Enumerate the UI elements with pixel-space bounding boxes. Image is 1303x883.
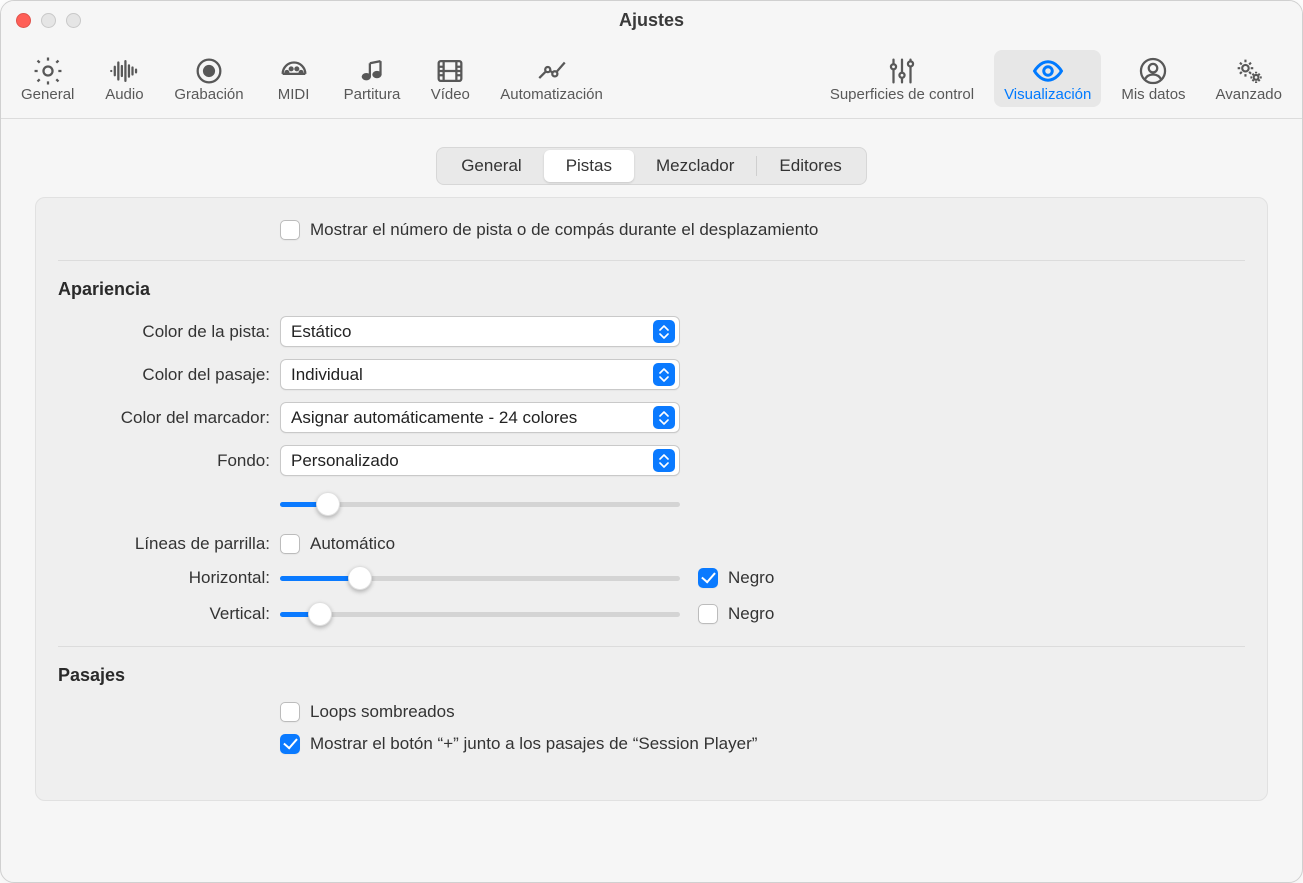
tab-avanzado-label: Avanzado: [1216, 86, 1282, 103]
checkbox-loops-sombreados-label: Loops sombreados: [310, 702, 455, 722]
tab-superficies-label: Superficies de control: [830, 86, 974, 103]
tab-general[interactable]: General: [11, 50, 84, 107]
checkbox-loops-sombreados[interactable]: [280, 702, 300, 722]
label-horizontal: Horizontal:: [60, 568, 280, 588]
slider-thumb[interactable]: [316, 492, 340, 516]
checkbox-mostrar-mas-label: Mostrar el botón “+” junto a los pasajes…: [310, 734, 757, 754]
slider-thumb[interactable]: [348, 566, 372, 590]
tab-superficies[interactable]: Superficies de control: [820, 50, 984, 107]
select-color-pista[interactable]: Estático: [280, 316, 680, 347]
settings-window: Ajustes General Audio Grabación: [0, 0, 1303, 883]
tab-video-label: Vídeo: [431, 86, 470, 103]
main-toolbar: General Audio Grabación MIDI: [1, 39, 1302, 119]
slider-vertical[interactable]: [280, 602, 680, 626]
select-color-pasaje[interactable]: Individual: [280, 359, 680, 390]
tab-automatizacion-label: Automatización: [500, 86, 603, 103]
midi-icon: [277, 54, 311, 88]
checkbox-negro-vertical-label: Negro: [728, 604, 774, 624]
content-area: General Pistas Mezclador Editores Mostra…: [1, 119, 1302, 829]
tab-grabacion[interactable]: Grabación: [164, 50, 253, 107]
checkbox-mostrar-numero[interactable]: [280, 220, 300, 240]
gear-icon: [31, 54, 65, 88]
tab-partitura[interactable]: Partitura: [334, 50, 411, 107]
tab-midi-label: MIDI: [278, 86, 310, 103]
slider-track: [280, 612, 680, 617]
minimize-window-button[interactable]: [41, 13, 56, 28]
checkbox-automatico-label: Automático: [310, 534, 395, 554]
section-pasajes: Pasajes: [36, 653, 1267, 696]
slider-track: [280, 502, 680, 507]
label-color-pasaje: Color del pasaje:: [60, 365, 280, 385]
tab-automatizacion[interactable]: Automatización: [490, 50, 613, 107]
segmented-control: General Pistas Mezclador Editores: [436, 147, 867, 185]
select-fondo-value: Personalizado: [291, 451, 653, 471]
score-icon: [355, 54, 389, 88]
waveform-icon: [107, 54, 141, 88]
checkbox-negro-horizontal[interactable]: [698, 568, 718, 588]
tab-audio-label: Audio: [105, 86, 143, 103]
automation-icon: [535, 54, 569, 88]
divider: [58, 260, 1245, 261]
select-fondo[interactable]: Personalizado: [280, 445, 680, 476]
subtab-mezclador[interactable]: Mezclador: [634, 150, 756, 182]
close-window-button[interactable]: [16, 13, 31, 28]
toolbar-group-right: Superficies de control Visualización Mis…: [820, 50, 1292, 107]
sliders-icon: [885, 54, 919, 88]
zoom-window-button[interactable]: [66, 13, 81, 28]
record-icon: [192, 54, 226, 88]
select-color-pista-value: Estático: [291, 322, 653, 342]
checkbox-mostrar-mas[interactable]: [280, 734, 300, 754]
slider-horizontal[interactable]: [280, 566, 680, 590]
settings-panel: Mostrar el número de pista o de compás d…: [35, 197, 1268, 801]
eye-icon: [1031, 54, 1065, 88]
slider-thumb[interactable]: [308, 602, 332, 626]
subtab-bar: General Pistas Mezclador Editores: [35, 147, 1268, 185]
gears-icon: [1232, 54, 1266, 88]
toolbar-group-left: General Audio Grabación MIDI: [11, 50, 613, 107]
window-title: Ajustes: [619, 10, 684, 31]
select-color-pasaje-value: Individual: [291, 365, 653, 385]
checkbox-negro-horizontal-label: Negro: [728, 568, 774, 588]
select-color-marcador[interactable]: Asignar automáticamente - 24 colores: [280, 402, 680, 433]
tab-midi[interactable]: MIDI: [264, 50, 324, 107]
divider: [58, 646, 1245, 647]
label-fondo: Fondo:: [60, 451, 280, 471]
tab-avanzado[interactable]: Avanzado: [1206, 50, 1292, 107]
tab-misdatos[interactable]: Mis datos: [1111, 50, 1195, 107]
slider-fondo[interactable]: [280, 492, 680, 516]
label-color-marcador: Color del marcador:: [60, 408, 280, 428]
traffic-lights: [16, 13, 81, 28]
tab-grabacion-label: Grabación: [174, 86, 243, 103]
titlebar: Ajustes: [1, 1, 1302, 39]
tab-general-label: General: [21, 86, 74, 103]
tab-visualizacion[interactable]: Visualización: [994, 50, 1101, 107]
select-color-marcador-value: Asignar automáticamente - 24 colores: [291, 408, 653, 428]
subtab-pistas[interactable]: Pistas: [544, 150, 634, 182]
person-icon: [1136, 54, 1170, 88]
select-arrows-icon: [653, 320, 675, 343]
label-color-pista: Color de la pista:: [60, 322, 280, 342]
tab-partitura-label: Partitura: [344, 86, 401, 103]
checkbox-negro-vertical[interactable]: [698, 604, 718, 624]
film-icon: [433, 54, 467, 88]
select-arrows-icon: [653, 449, 675, 472]
label-lineas: Líneas de parrilla:: [60, 534, 280, 554]
tab-audio[interactable]: Audio: [94, 50, 154, 107]
subtab-general[interactable]: General: [439, 150, 543, 182]
select-arrows-icon: [653, 406, 675, 429]
section-apariencia: Apariencia: [36, 267, 1267, 310]
tab-visualizacion-label: Visualización: [1004, 86, 1091, 103]
checkbox-automatico[interactable]: [280, 534, 300, 554]
tab-misdatos-label: Mis datos: [1121, 86, 1185, 103]
tab-video[interactable]: Vídeo: [420, 50, 480, 107]
select-arrows-icon: [653, 363, 675, 386]
label-vertical: Vertical:: [60, 604, 280, 624]
subtab-editores[interactable]: Editores: [757, 150, 863, 182]
checkbox-mostrar-numero-label: Mostrar el número de pista o de compás d…: [310, 220, 818, 240]
